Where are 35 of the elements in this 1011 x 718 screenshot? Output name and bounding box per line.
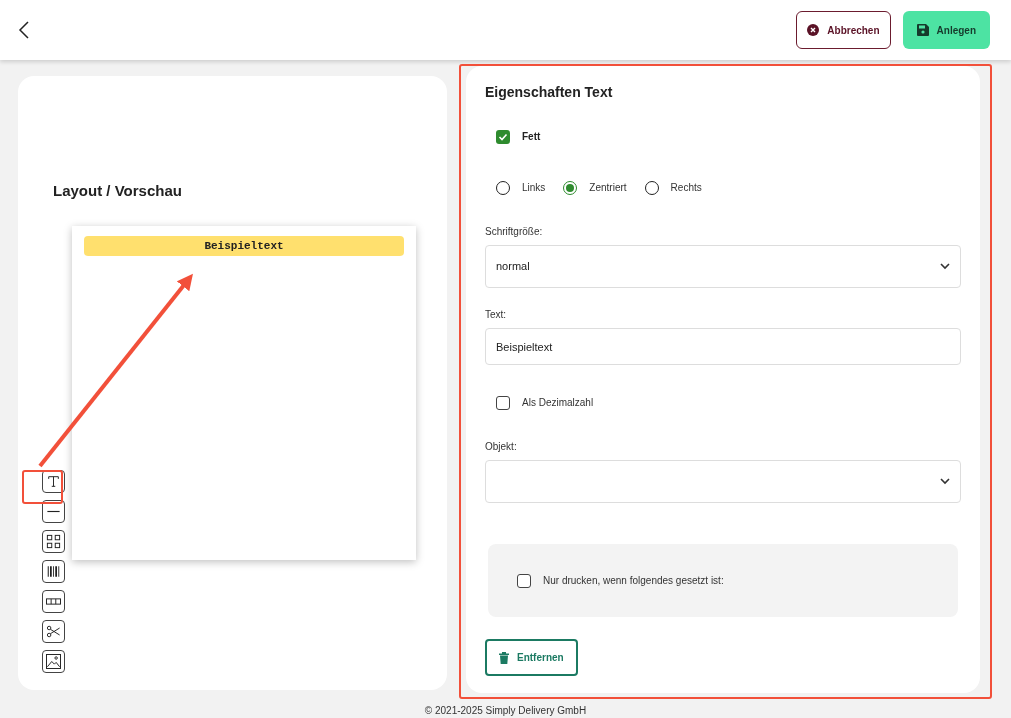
text-element[interactable]: Beispieltext (84, 236, 404, 256)
copyright-text: © 2021-2025 Simply Delivery GmbH (423, 704, 588, 718)
save-button[interactable]: Anlegen (902, 11, 990, 49)
preview-title: Layout / Vorschau (53, 181, 183, 200)
barcode-icon[interactable] (42, 560, 65, 583)
font-size-label: Schriftgröße: (485, 225, 544, 239)
image-icon[interactable] (42, 650, 65, 673)
save-icon (916, 24, 929, 36)
object-label: Objekt: (485, 440, 518, 454)
highlight-frame (22, 470, 63, 504)
text-label: Text: (485, 308, 508, 322)
trash-icon (499, 651, 509, 664)
chevron-down-icon (940, 478, 950, 485)
decimal-checkbox[interactable] (496, 395, 510, 410)
bold-label: Fett (522, 130, 541, 144)
scissors-icon[interactable] (42, 620, 65, 643)
alignment-label: Zentriert (589, 181, 627, 195)
line-tool-icon[interactable] (42, 500, 65, 523)
back-icon (18, 21, 30, 39)
bold-checkbox[interactable] (496, 129, 510, 144)
chevron-down-icon (940, 263, 950, 270)
check-icon (498, 131, 508, 142)
font-size-select[interactable]: normal (485, 245, 961, 288)
condition-checkbox[interactable] (517, 573, 531, 588)
qr-code-icon[interactable] (42, 530, 65, 553)
properties-title: Eigenschaften Text (485, 83, 614, 102)
text-input[interactable]: Beispieltext (485, 328, 961, 365)
cancel-button[interactable]: Abbrechen (796, 11, 891, 49)
alignment-label: Rechts (670, 181, 702, 195)
remove-button[interactable]: Entfernen (485, 639, 578, 676)
close-icon (807, 24, 820, 36)
decimal-label: Als Dezimalzahl (522, 396, 594, 410)
condition-label: Nur drucken, wenn folgendes gesetzt ist: (543, 574, 724, 588)
alignment-label: Links (522, 181, 546, 195)
table-row-icon[interactable] (42, 590, 65, 613)
